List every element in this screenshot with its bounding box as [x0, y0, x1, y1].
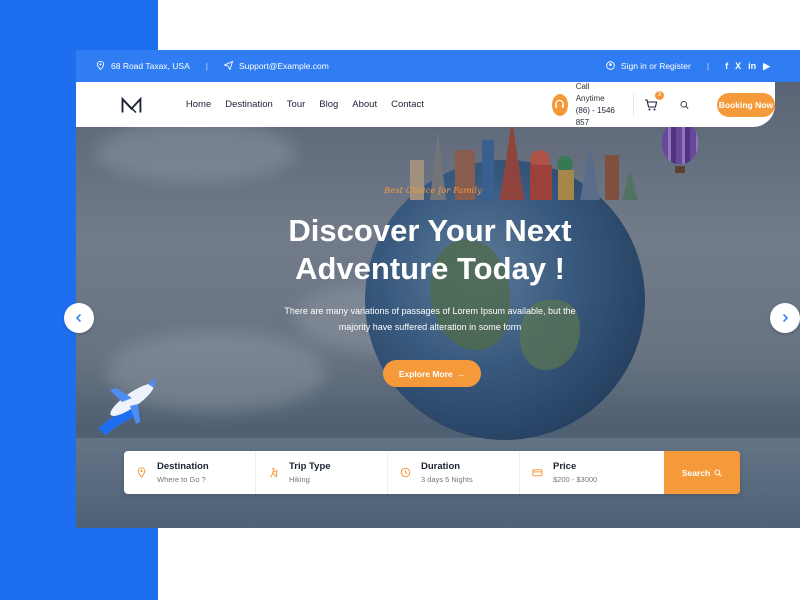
- slider-next-button[interactable]: [770, 303, 800, 333]
- headline-line2: Adventure Today !: [295, 251, 565, 286]
- trip-type-label: Trip Type: [289, 461, 331, 472]
- trip-type-value: Hiking: [289, 475, 310, 484]
- social-links: f X in ▶: [725, 61, 770, 72]
- headset-icon: [551, 93, 568, 116]
- hero-subtext: There are many variations of passages of…: [270, 303, 590, 335]
- call-label: Call Anytime: [575, 81, 605, 103]
- x-twitter-icon[interactable]: X: [735, 61, 741, 71]
- chevron-left-icon: [76, 314, 81, 322]
- signin-link[interactable]: Sign in or Register: [621, 61, 691, 71]
- cart-button[interactable]: 3: [644, 90, 664, 112]
- location-pin-icon: [137, 467, 146, 478]
- user-icon: [606, 60, 615, 72]
- nav-blog[interactable]: Blog: [319, 99, 338, 110]
- nav-tour[interactable]: Tour: [287, 99, 305, 110]
- facebook-icon[interactable]: f: [725, 61, 728, 71]
- main-navbar: Home Destination Tour Blog About Contact…: [76, 82, 775, 127]
- topbar: 68 Road Taxax, USA | Support@Example.com…: [76, 50, 800, 82]
- email-link[interactable]: Support@Example.com: [239, 61, 329, 71]
- send-icon: [223, 60, 234, 72]
- location-icon: [96, 60, 105, 72]
- logo[interactable]: [121, 94, 142, 116]
- divider: [633, 93, 634, 116]
- search-button[interactable]: Search: [664, 451, 740, 494]
- call-block[interactable]: Call Anytime (86) - 1546 857: [551, 81, 615, 129]
- duration-label: Duration: [421, 461, 461, 472]
- duration-value: 3 days 5 Nights: [421, 475, 473, 484]
- price-label: Price: [553, 461, 577, 472]
- hero-tagline: Best Choice for Family: [384, 186, 482, 196]
- nav-home[interactable]: Home: [186, 99, 211, 110]
- arrow-right-icon: →: [456, 368, 466, 379]
- price-field[interactable]: Price $200 - $3000: [520, 451, 664, 494]
- destination-value: Where to Go ?: [157, 475, 206, 484]
- duration-field[interactable]: Duration 3 days 5 Nights: [388, 451, 520, 494]
- cart-icon: [644, 98, 657, 110]
- hero-headline: Discover Your Next Adventure Today !: [230, 212, 630, 288]
- call-number: (86) - 1546 857: [575, 105, 615, 127]
- booking-button[interactable]: Booking Now: [716, 92, 775, 117]
- trip-type-field[interactable]: Trip Type Hiking: [256, 451, 388, 494]
- linkedin-icon[interactable]: in: [748, 61, 756, 71]
- separator: |: [706, 61, 710, 71]
- search-icon: [714, 468, 722, 477]
- explore-label: Explore More: [398, 368, 453, 379]
- subtext-line2: majority have suffered alteration in som…: [338, 322, 522, 332]
- price-value: $200 - $3000: [553, 475, 598, 484]
- ticket-icon: [532, 469, 543, 477]
- separator: |: [205, 61, 208, 71]
- explore-more-button[interactable]: Explore More →: [383, 360, 481, 387]
- search-icon[interactable]: [680, 99, 689, 111]
- chevron-right-icon: [783, 314, 788, 322]
- youtube-icon[interactable]: ▶: [763, 61, 770, 72]
- page: 68 Road Taxax, USA | Support@Example.com…: [0, 0, 800, 600]
- destination-label: Destination: [157, 461, 209, 472]
- slider-prev-button[interactable]: [64, 303, 94, 333]
- nav-menu: Home Destination Tour Blog About Contact: [186, 99, 424, 110]
- nav-about[interactable]: About: [352, 99, 377, 110]
- search-button-label: Search: [681, 467, 711, 478]
- hiker-icon: [270, 467, 278, 478]
- trip-search-bar: Destination Where to Go ? Trip Type Hiki…: [124, 451, 740, 494]
- clock-icon: [400, 467, 411, 478]
- airplane-illustration: [98, 378, 156, 436]
- address-text: 68 Road Taxax, USA: [111, 61, 190, 71]
- subtext-line1: There are many variations of passages of…: [284, 306, 576, 316]
- destination-field[interactable]: Destination Where to Go ?: [124, 451, 256, 494]
- headline-line1: Discover Your Next: [288, 213, 572, 248]
- cart-badge: 3: [654, 90, 664, 100]
- nav-destination[interactable]: Destination: [225, 99, 273, 110]
- nav-contact[interactable]: Contact: [391, 99, 424, 110]
